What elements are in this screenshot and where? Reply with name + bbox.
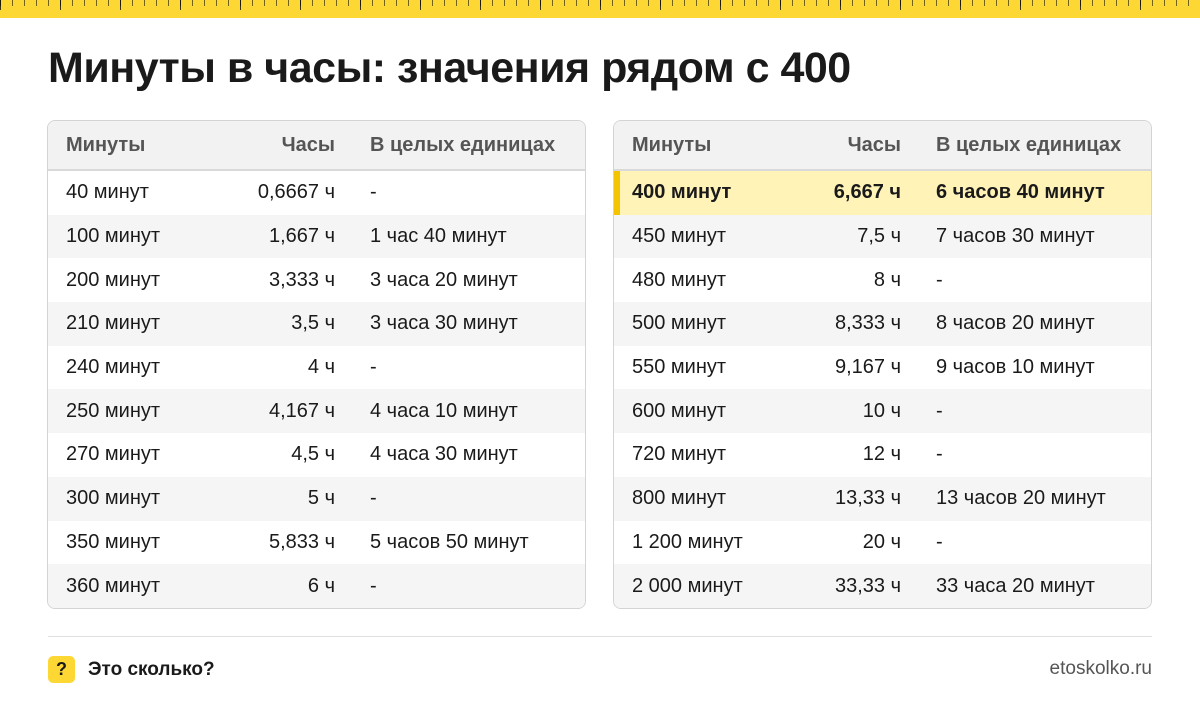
cell-whole-units: 4 часа 10 минут (370, 399, 518, 422)
cell-hours: 5 ч (307, 487, 335, 510)
table-row: 550 минут 9,167 ч 9 часов 10 минут (614, 346, 1151, 390)
cell-whole-units: 5 часов 50 минут (370, 530, 529, 553)
cell-hours: 4,167 ч (268, 399, 335, 422)
cell-minutes: 350 минут (66, 530, 161, 553)
cell-minutes: 480 минут (632, 268, 727, 291)
table-header: Минуты Часы В целых единицах (614, 121, 1151, 171)
cell-minutes: 360 минут (66, 574, 161, 597)
cell-minutes: 40 минут (66, 181, 149, 204)
cell-whole-units: 1 час 40 минут (370, 225, 507, 248)
cell-whole-units: - (370, 487, 377, 510)
header-hours: Часы (847, 133, 901, 156)
cell-hours: 33,33 ч (834, 574, 901, 597)
cell-whole-units: 9 часов 10 минут (936, 356, 1095, 379)
cell-whole-units: 7 часов 30 минут (936, 225, 1095, 248)
question-mark-icon: ? (48, 656, 75, 683)
table-row: 240 минут 4 ч - (48, 346, 585, 390)
cell-hours: 0,6667 ч (257, 181, 335, 204)
cell-whole-units: - (936, 530, 943, 553)
cell-whole-units: 3 часа 20 минут (370, 268, 518, 291)
brand-logo[interactable]: ? Это сколько? (48, 656, 215, 683)
header-whole-units: В целых единицах (936, 133, 1122, 156)
conversion-table-left: Минуты Часы В целых единицах 40 минут 0,6… (47, 120, 586, 609)
table-row: 300 минут 5 ч - (48, 476, 585, 521)
cell-hours: 1,667 ч (268, 225, 335, 248)
page-title: Минуты в часы: значения рядом с 400 (48, 44, 851, 92)
table-row: 720 минут 12 ч - (614, 433, 1151, 477)
table-row: 480 минут 8 ч - (614, 258, 1151, 302)
table-row: 600 минут 10 ч - (614, 389, 1151, 434)
cell-hours: 13,33 ч (834, 487, 901, 510)
cell-minutes: 500 минут (632, 312, 727, 335)
cell-whole-units: - (936, 399, 943, 422)
cell-hours: 10 ч (862, 399, 901, 422)
cell-minutes: 100 минут (66, 225, 161, 248)
cell-whole-units: 33 часа 20 минут (936, 574, 1095, 597)
cell-hours: 7,5 ч (857, 225, 901, 248)
cell-minutes: 1 200 минут (632, 530, 743, 553)
cell-minutes: 250 минут (66, 399, 161, 422)
table-row: 210 минут 3,5 ч 3 часа 30 минут (48, 302, 585, 346)
cell-minutes: 2 000 минут (632, 574, 743, 597)
cell-minutes: 270 минут (66, 443, 161, 466)
cell-minutes: 210 минут (66, 312, 161, 335)
cell-minutes: 450 минут (632, 225, 727, 248)
cell-minutes: 200 минут (66, 268, 161, 291)
cell-whole-units: 6 часов 40 минут (936, 181, 1105, 204)
footer-divider (48, 636, 1152, 637)
brand-name: Это сколько? (88, 658, 215, 680)
cell-minutes: 300 минут (66, 487, 161, 510)
cell-hours: 4 ч (307, 356, 335, 379)
cell-hours: 20 ч (862, 530, 901, 553)
table-row: 1 200 минут 20 ч - (614, 521, 1151, 565)
table-row: 2 000 минут 33,33 ч 33 часа 20 минут (614, 564, 1151, 608)
site-url[interactable]: etoskolko.ru (1050, 658, 1152, 680)
cell-minutes: 400 минут (632, 181, 732, 204)
cell-whole-units: - (370, 356, 377, 379)
cell-whole-units: - (370, 181, 377, 204)
cell-minutes: 600 минут (632, 399, 727, 422)
cell-whole-units: 13 часов 20 минут (936, 487, 1106, 510)
cell-minutes: 720 минут (632, 443, 727, 466)
cell-whole-units: - (936, 443, 943, 466)
cell-hours: 6 ч (307, 574, 335, 597)
cell-hours: 12 ч (862, 443, 901, 466)
table-row: 270 минут 4,5 ч 4 часа 30 минут (48, 433, 585, 477)
header-minutes: Минуты (66, 133, 146, 156)
cell-hours: 5,833 ч (268, 530, 335, 553)
cell-minutes: 550 минут (632, 356, 727, 379)
table-body: 40 минут 0,6667 ч - 100 минут 1,667 ч 1 час 4… (48, 171, 585, 608)
header-hours: Часы (281, 133, 335, 156)
table-row-highlighted: 400 минут 6,667 ч 6 часов 40 минут (614, 171, 1151, 215)
header-minutes: Минуты (632, 133, 712, 156)
table-row: 250 минут 4,167 ч 4 часа 10 минут (48, 389, 585, 434)
table-row: 450 минут 7,5 ч 7 часов 30 минут (614, 214, 1151, 259)
conversion-table-right: Минуты Часы В целых единицах 400 минут 6,… (613, 120, 1152, 609)
table-body: 400 минут 6,667 ч 6 часов 40 минут 450 мину… (614, 171, 1151, 608)
table-row: 100 минут 1,667 ч 1 час 40 минут (48, 214, 585, 259)
cell-hours: 8 ч (873, 268, 901, 291)
table-row: 40 минут 0,6667 ч - (48, 171, 585, 215)
cell-whole-units: 3 часа 30 минут (370, 312, 518, 335)
cell-hours: 4,5 ч (291, 443, 335, 466)
cell-hours: 3,5 ч (291, 312, 335, 335)
table-row: 200 минут 3,333 ч 3 часа 20 минут (48, 258, 585, 302)
table-row: 360 минут 6 ч - (48, 564, 585, 608)
cell-whole-units: - (936, 268, 943, 291)
cell-minutes: 800 минут (632, 487, 727, 510)
cell-hours: 6,667 ч (833, 181, 901, 204)
cell-minutes: 240 минут (66, 356, 161, 379)
header-whole-units: В целых единицах (370, 133, 556, 156)
table-row: 350 минут 5,833 ч 5 часов 50 минут (48, 521, 585, 565)
table-row: 500 минут 8,333 ч 8 часов 20 минут (614, 302, 1151, 346)
cell-hours: 3,333 ч (268, 268, 335, 291)
cell-whole-units: - (370, 574, 377, 597)
table-header: Минуты Часы В целых единицах (48, 121, 585, 171)
cell-hours: 9,167 ч (834, 356, 901, 379)
cell-whole-units: 8 часов 20 минут (936, 312, 1095, 335)
cell-hours: 8,333 ч (834, 312, 901, 335)
table-row: 800 минут 13,33 ч 13 часов 20 минут (614, 476, 1151, 521)
cell-whole-units: 4 часа 30 минут (370, 443, 518, 466)
ruler-decoration (0, 0, 1200, 18)
